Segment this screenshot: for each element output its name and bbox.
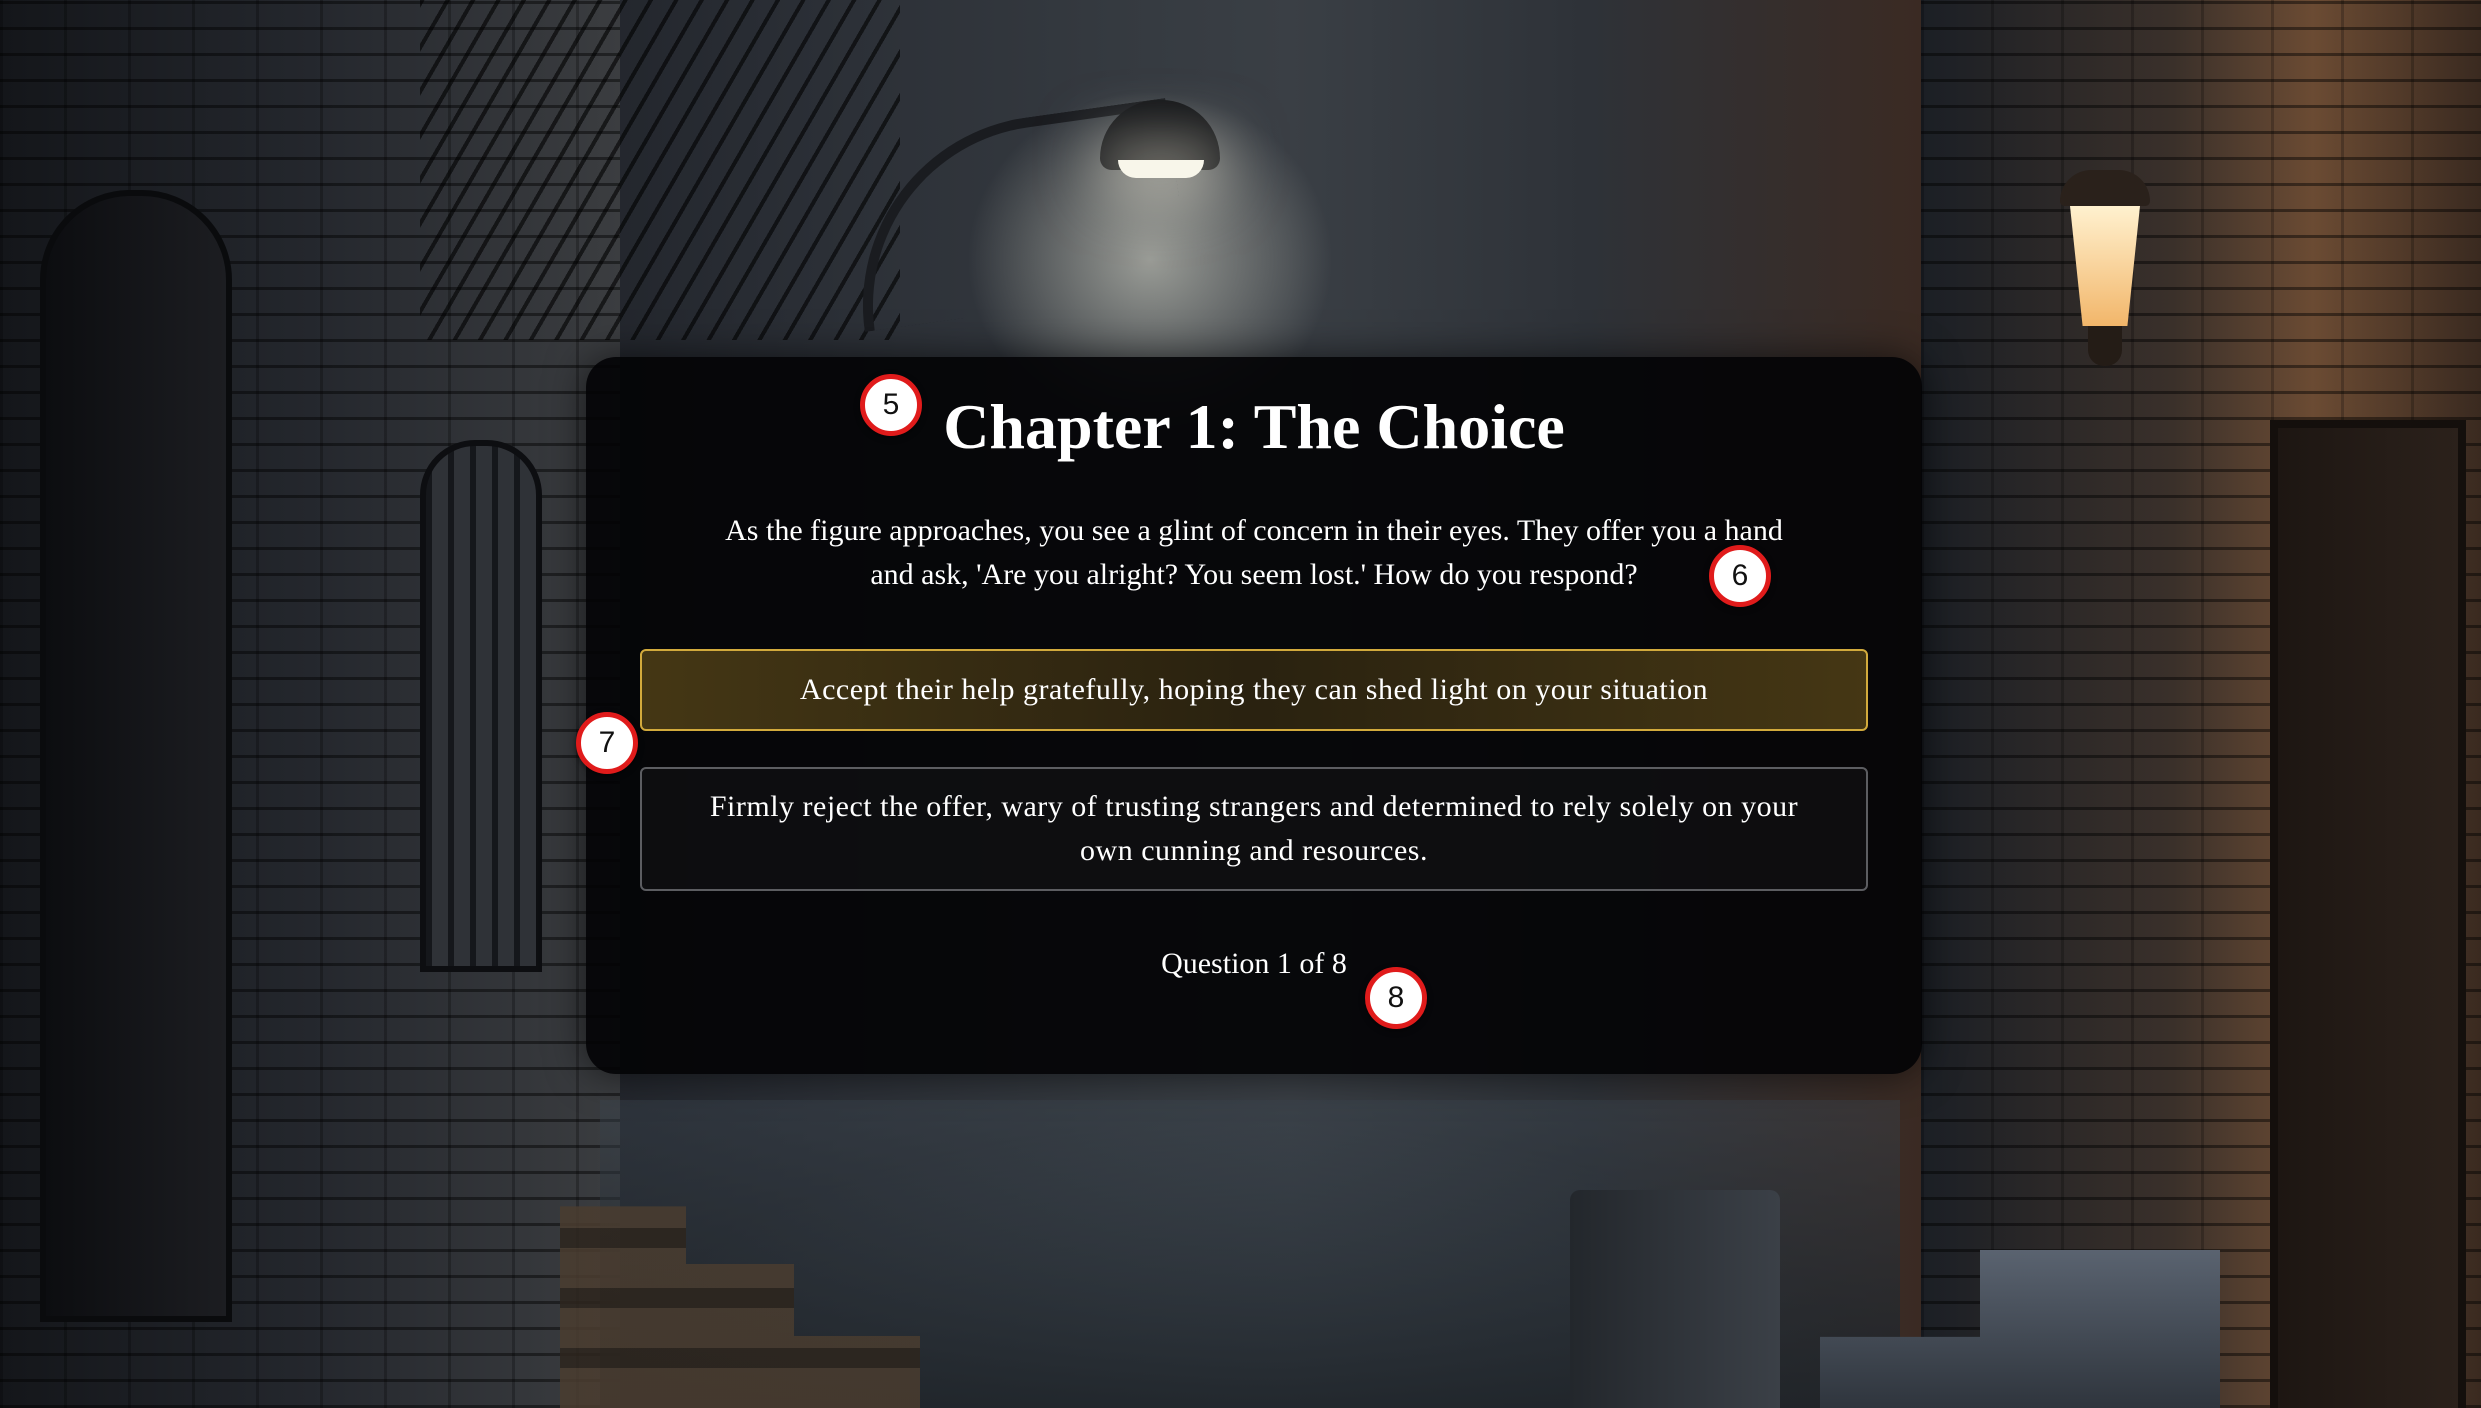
wall-lantern-icon <box>2060 170 2150 380</box>
left-arched-door <box>40 190 232 1322</box>
trash-can-icon <box>1570 1190 1780 1408</box>
choice-button-accept[interactable]: Accept their help gratefully, hoping the… <box>640 649 1868 731</box>
story-text: As the figure approaches, you see a glin… <box>725 514 1783 591</box>
right-door <box>2270 420 2466 1408</box>
left-barred-window <box>420 440 542 972</box>
street-lamp-light <box>1118 160 1204 178</box>
story-card: Chapter 1: The Choice As the figure appr… <box>586 357 1922 1074</box>
fire-escape <box>420 0 900 340</box>
question-progress: Question 1 of 8 <box>1161 947 1347 980</box>
annotation-marker-5: 5 <box>860 374 922 436</box>
annotation-marker-6: 6 <box>1709 545 1771 607</box>
annotation-marker-8: 8 <box>1365 967 1427 1029</box>
chapter-title: Chapter 1: The Choice <box>943 391 1565 462</box>
choice-button-reject[interactable]: Firmly reject the offer, wary of trustin… <box>640 767 1868 891</box>
annotation-marker-7: 7 <box>576 712 638 774</box>
